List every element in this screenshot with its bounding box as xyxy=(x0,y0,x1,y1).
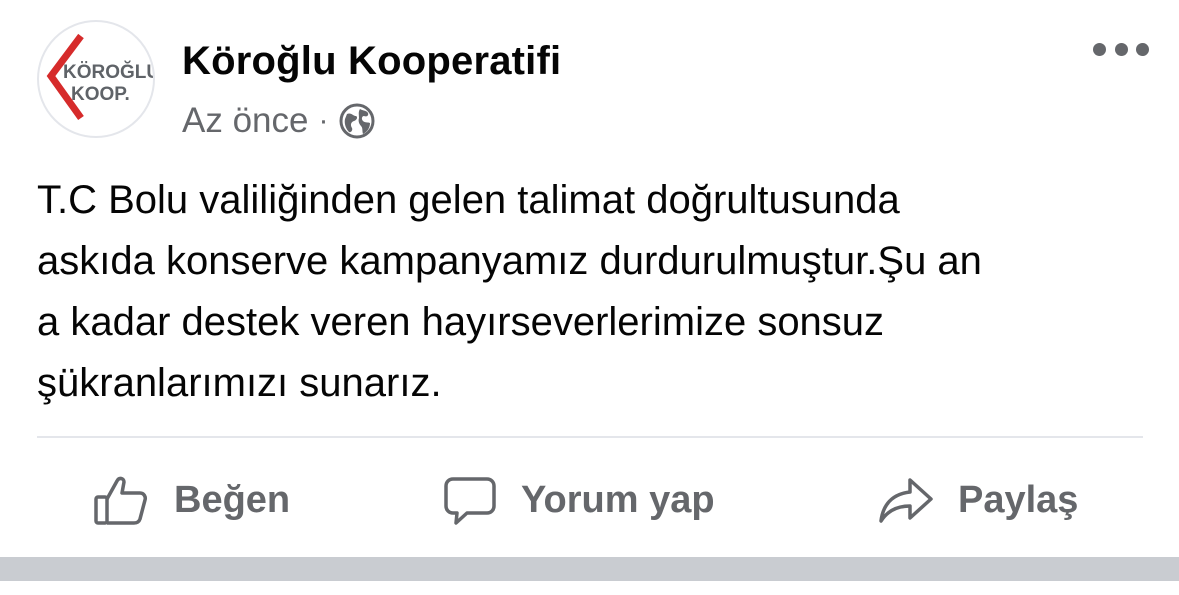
more-dot xyxy=(1136,42,1149,56)
like-label: Beğen xyxy=(174,478,291,521)
koroglu-logo: KÖROĞLU KOOP. xyxy=(46,33,153,121)
message-line: şükranlarımızı sunarız. xyxy=(37,361,442,405)
logo-text-line2: KOOP. xyxy=(71,84,130,105)
more-dot xyxy=(1093,42,1106,56)
globe-icon[interactable] xyxy=(338,102,376,140)
more-options-button[interactable] xyxy=(1093,36,1149,62)
post-timestamp[interactable]: Az önce xyxy=(182,101,308,141)
actions-divider xyxy=(37,436,1143,438)
facebook-post: KÖROĞLU KOOP. Köroğlu Kooperatifi Az önc… xyxy=(0,0,1179,595)
page-name[interactable]: Köroğlu Kooperatifi xyxy=(182,39,561,84)
share-arrow-icon xyxy=(879,478,933,523)
page-avatar[interactable]: KÖROĞLU KOOP. xyxy=(37,20,155,138)
more-dot xyxy=(1114,42,1128,56)
share-button[interactable]: Paylaş xyxy=(878,465,1078,535)
like-button[interactable]: Beğen xyxy=(92,465,290,535)
comment-button[interactable]: Yorum yap xyxy=(443,465,715,535)
post-meta: Az önce · xyxy=(182,101,376,141)
share-label: Paylaş xyxy=(958,478,1079,521)
meta-separator: · xyxy=(318,104,329,137)
comment-label: Yorum yap xyxy=(521,478,715,521)
post-message: T.C Bolu valiliğinden gelen talimat doğr… xyxy=(37,170,1147,414)
comment-icon xyxy=(444,477,496,525)
thumbs-up-icon xyxy=(94,476,147,525)
message-line: askıda konserve kampanyamız durdurulmuşt… xyxy=(37,239,982,283)
post-actions: Beğen Yorum yap Paylaş xyxy=(0,465,1179,535)
message-line: a kadar destek veren hayırseverlerimize … xyxy=(37,300,885,344)
message-line: T.C Bolu valiliğinden gelen talimat doğr… xyxy=(37,178,900,222)
logo-text-line1: KÖROĞLU xyxy=(63,61,153,83)
feed-separator-bar xyxy=(0,557,1179,581)
